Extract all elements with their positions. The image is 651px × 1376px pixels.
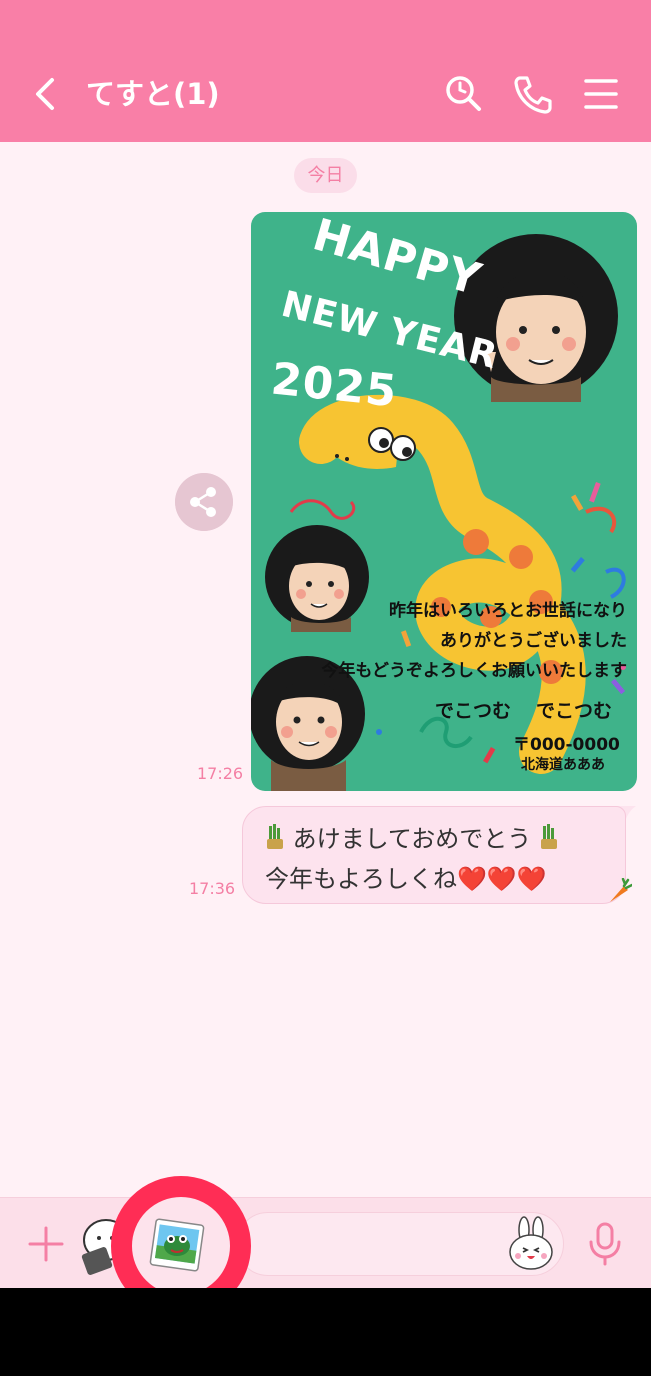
search-icon[interactable]	[442, 72, 486, 116]
card-postal-code: 〒000-0000	[513, 735, 620, 755]
card-greeting-line-2: ありがとうございました	[440, 631, 627, 651]
chat-title: てすと(1)	[86, 77, 220, 111]
text-message-bubble[interactable]: あけましておめでとう 今年もよろしくね❤️❤️❤️	[242, 806, 626, 904]
card-greeting-line-1: 昨年はいろいろとお世話になり	[389, 601, 627, 621]
card-sender-1: でこつむ	[435, 700, 512, 722]
chat-area[interactable]: 今日 17:26 HAPPY NEW YEAR 2025 昨年はいろいろとお世話…	[0, 142, 651, 1197]
kadomatsu-icon	[267, 824, 283, 849]
album-icon[interactable]	[147, 1218, 205, 1274]
share-icon[interactable]	[175, 473, 233, 531]
message-time: 17:26	[197, 764, 244, 783]
phone-icon[interactable]	[510, 72, 554, 116]
system-navigation-bar	[0, 1288, 651, 1376]
date-separator: 今日	[294, 158, 357, 193]
mic-icon[interactable]	[585, 1222, 625, 1266]
card-greeting-line-3: 今年もどうぞよろしくお願いいたします	[321, 661, 627, 681]
new-year-card-image[interactable]: HAPPY NEW YEAR 2025 昨年はいろいろとお世話になり ありがとう…	[251, 212, 637, 791]
plus-icon[interactable]	[26, 1224, 66, 1264]
message-line-1: あけましておめでとう	[265, 819, 559, 854]
card-address: 北海道あああ	[521, 757, 605, 773]
message-input-bar	[0, 1197, 651, 1288]
message-time: 17:36	[189, 879, 236, 898]
card-sender-2: でこつむ	[536, 700, 613, 722]
menu-icon[interactable]	[580, 72, 624, 116]
carrot-icon[interactable]	[606, 878, 632, 904]
message-line-1-text: あけましておめでとう	[292, 825, 532, 853]
kadomatsu-icon	[540, 824, 557, 849]
chat-header: てすと(1)	[0, 0, 651, 142]
message-line-2: 今年もよろしくね❤️❤️❤️	[265, 865, 547, 893]
back-chevron-icon[interactable]	[30, 74, 64, 114]
emoji-icon[interactable]	[506, 1216, 556, 1270]
